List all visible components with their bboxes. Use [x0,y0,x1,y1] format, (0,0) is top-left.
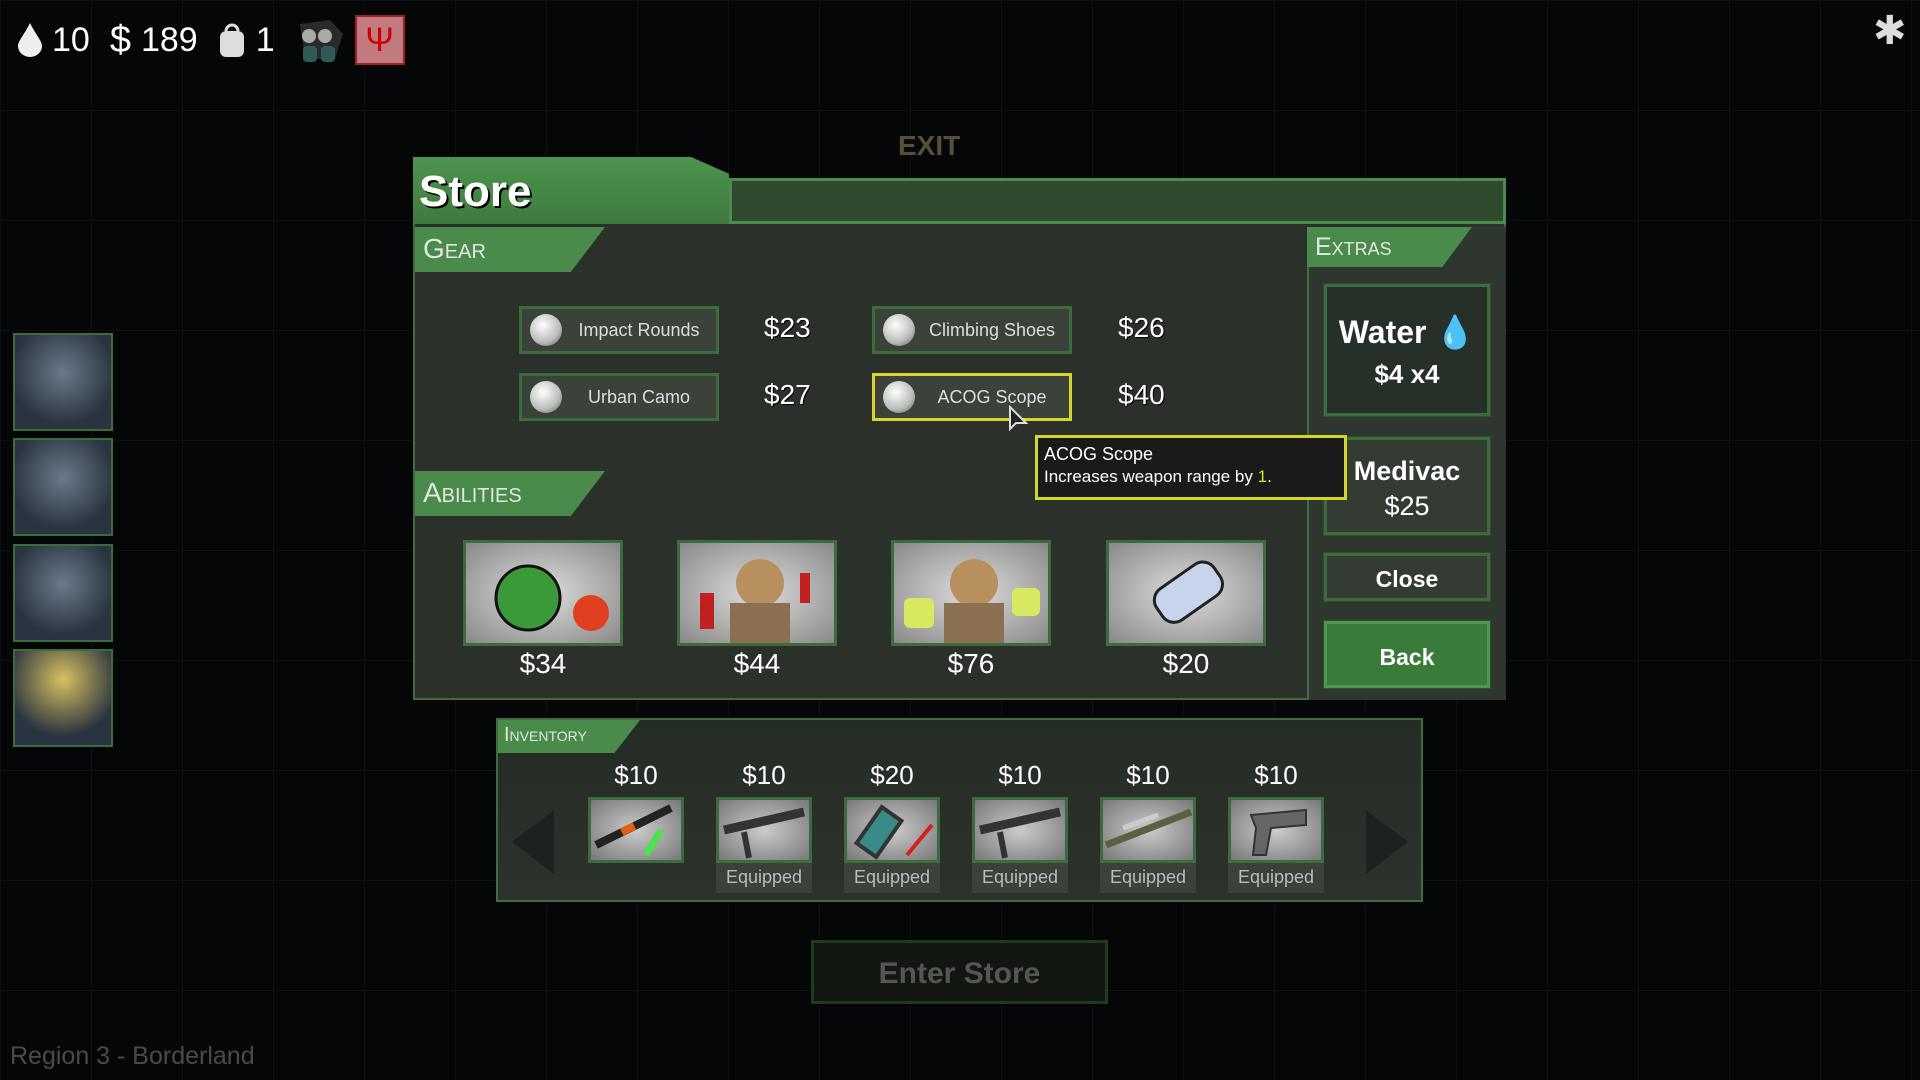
ability-price: $44 [733,648,781,679]
inventory-item[interactable]: $10 Equipped [972,760,1068,893]
gear-price: $40 [1118,379,1165,410]
equipped-label: Equipped [844,863,940,893]
assault-rifle-icon [716,797,812,863]
helmet-icon [530,381,562,413]
inventory-next-arrow[interactable] [1366,810,1408,874]
ability-soldier-dynamite-button[interactable] [677,540,837,646]
exit-marker[interactable]: EXIT [898,130,960,162]
soldier-dynamite-icon [700,559,810,643]
gear-climbing-shoes-button[interactable]: Climbing Shoes [872,306,1072,354]
ability-canister-button[interactable] [1106,540,1266,646]
water-drop-icon [18,23,42,57]
inventory-item[interactable]: $10 Equipped [1100,760,1196,893]
inventory-items: $10 $10 Equipped $20 Equipped $10 Equipped … [588,760,1324,893]
assault-rifle-icon [972,797,1068,863]
grenade-icon [494,564,609,632]
ability-soldier-fists-button[interactable] [891,540,1051,646]
buy-medivac-button[interactable]: Medivac $25 [1323,436,1491,536]
equipped-label: Equipped [1100,863,1196,893]
gear-price: $26 [1118,312,1165,343]
item-price: $10 [1254,760,1298,790]
back-button[interactable]: Back [1323,620,1491,689]
explosive-icon [844,797,940,863]
gear-acog-scope-button[interactable]: ACOG Scope [872,373,1072,421]
equipped-label: Equipped [1228,863,1324,893]
gear-urban-camo-button[interactable]: Urban Camo [519,373,719,421]
gas-mask-icon[interactable] [295,14,345,66]
store-title: Store [419,167,532,216]
gear-label: Urban Camo [587,386,691,407]
inventory-prev-arrow[interactable] [512,810,554,874]
pistol-icon [1228,797,1324,863]
item-price: $10 [614,760,658,790]
region-label: Region 3 - Borderland [10,1042,255,1070]
gear-label: ACOG Scope [937,386,1047,407]
ability-grenade-button[interactable] [463,540,623,646]
item-tooltip: ACOG Scope Increases weapon range by 1. [1035,435,1347,500]
tooltip-title: ACOG Scope [1044,444,1154,464]
gear-impact-rounds-button[interactable]: Impact Rounds [519,306,719,354]
gear-label: Impact Rounds [578,319,700,340]
money-count: 189 [140,20,198,59]
inventory-item[interactable]: $10 Equipped [1228,760,1324,893]
squad-portrait-1[interactable] [13,333,113,431]
equipped-label: Equipped [972,863,1068,893]
ability-price: $76 [947,648,995,679]
gear-price: $27 [764,379,811,410]
tooltip-suffix: . [1267,467,1272,486]
gear-price: $23 [764,312,811,343]
faction-emblem-icon[interactable]: Ψ [354,15,405,65]
backpack-icon [219,23,244,57]
sniper-rifle-icon [1100,797,1196,863]
tooltip-description: Increases weapon range by 1. [1044,467,1338,487]
ability-price: $34 [519,648,567,679]
ability-price: $20 [1162,648,1210,679]
helmet-icon [530,314,562,346]
tooltip-text: Increases weapon range by [1044,467,1258,486]
inventory-item[interactable]: $20 Equipped [844,760,940,893]
store-title-bar [729,178,1506,224]
backpack-count: 1 [255,20,275,59]
store-title-tab: Store [413,157,729,224]
item-price: $10 [998,760,1042,790]
mouse-cursor-icon [1009,405,1029,432]
buy-water-button[interactable]: Water 💧 $4 x4 [1323,283,1491,417]
close-button[interactable]: Close [1323,552,1491,602]
water-drop-icon: 💧 [1435,314,1476,350]
rifle-knife-icon [588,797,684,863]
water-count: 10 [52,20,90,59]
squad-portrait-3[interactable] [13,544,113,642]
hud-resources: 10 $ 189 1 Ψ [18,14,405,66]
canister-icon [1152,560,1224,624]
water-label: Water [1338,314,1427,350]
item-price: $20 [870,760,914,790]
equipped-label: Equipped [716,863,812,893]
soldier-fists-icon [904,559,1040,643]
item-price: $10 [1126,760,1170,790]
tooltip-value: 1 [1257,467,1268,486]
inventory-item[interactable]: $10 Equipped [716,760,812,893]
water-price: $4 x4 [1374,359,1440,389]
helmet-icon [883,314,915,346]
medivac-price: $25 [1384,491,1430,521]
item-price: $10 [742,760,786,790]
enter-store-button[interactable]: Enter Store [811,940,1108,1004]
helmet-icon [883,381,915,413]
squad-portrait-2[interactable] [13,438,113,536]
inventory-item[interactable]: $10 [588,760,684,893]
gear-label: Climbing Shoes [928,319,1056,340]
medivac-label: Medivac [1353,456,1461,486]
settings-gear-icon[interactable]: ✱ [1873,8,1907,54]
dollar-icon: $ [109,18,131,61]
squad-portrait-4[interactable] [13,649,113,747]
